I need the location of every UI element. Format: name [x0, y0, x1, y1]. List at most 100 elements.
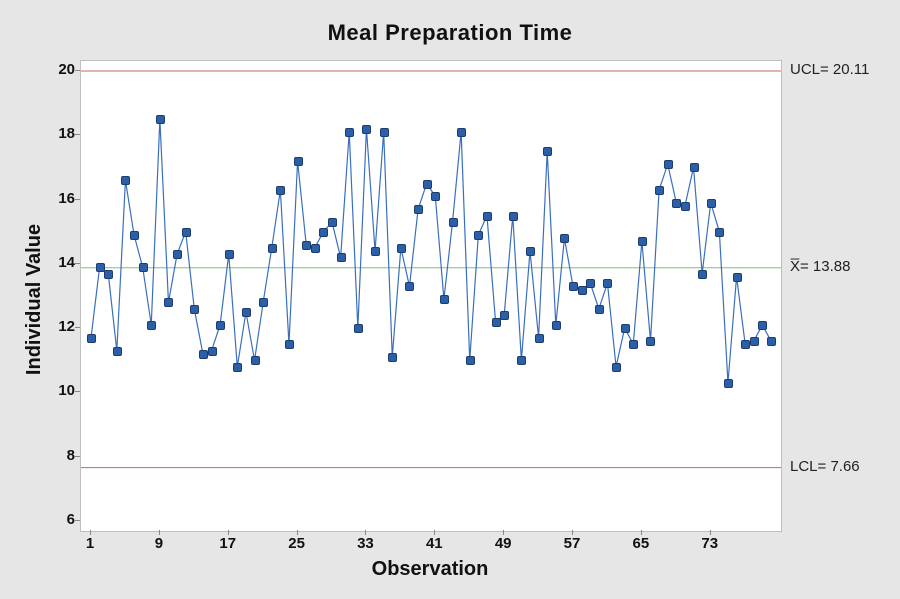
data-point [509, 212, 518, 221]
y-tick-label: 20 [35, 61, 75, 78]
data-point [500, 311, 509, 320]
x-tick-label: 25 [282, 535, 312, 552]
x-tick-mark [503, 530, 504, 535]
data-point [113, 347, 122, 356]
x-tick-mark [641, 530, 642, 535]
data-point [139, 263, 148, 272]
y-tick-mark [75, 134, 80, 135]
data-point [431, 192, 440, 201]
ref-label-LCL: LCL= 7.66 [790, 458, 860, 475]
data-point [449, 218, 458, 227]
data-point [216, 321, 225, 330]
data-point [440, 295, 449, 304]
data-point [552, 321, 561, 330]
y-tick-mark [75, 70, 80, 71]
y-tick-mark [75, 199, 80, 200]
data-point [767, 337, 776, 346]
data-point [147, 321, 156, 330]
data-point [474, 231, 483, 240]
x-tick-mark [572, 530, 573, 535]
data-point [337, 253, 346, 262]
data-point [362, 125, 371, 134]
y-tick-label: 18 [35, 125, 75, 142]
x-tick-label: 41 [419, 535, 449, 552]
series-line [91, 119, 771, 383]
ref-label-UCL: UCL= 20.11 [790, 61, 869, 78]
data-point [715, 228, 724, 237]
x-tick-label: 65 [626, 535, 656, 552]
x-tick-mark [90, 530, 91, 535]
data-point [259, 298, 268, 307]
data-point [397, 244, 406, 253]
data-point [483, 212, 492, 221]
data-point [251, 356, 260, 365]
data-point [466, 356, 475, 365]
x-tick-label: 49 [488, 535, 518, 552]
data-point [380, 128, 389, 137]
y-tick-label: 6 [35, 511, 75, 528]
data-point [276, 186, 285, 195]
data-point [690, 163, 699, 172]
data-point [646, 337, 655, 346]
y-tick-label: 14 [35, 254, 75, 271]
x-tick-label: 17 [213, 535, 243, 552]
data-point [517, 356, 526, 365]
x-tick-label: 9 [144, 535, 174, 552]
data-point [638, 237, 647, 246]
data-point [543, 147, 552, 156]
data-point [612, 363, 621, 372]
x-tick-mark [365, 530, 366, 535]
data-point [586, 279, 595, 288]
data-point [414, 205, 423, 214]
y-tick-mark [75, 391, 80, 392]
data-point [328, 218, 337, 227]
data-point [405, 282, 414, 291]
y-tick-label: 8 [35, 447, 75, 464]
data-point [294, 157, 303, 166]
y-tick-label: 16 [35, 190, 75, 207]
data-point [121, 176, 130, 185]
x-tick-mark [434, 530, 435, 535]
data-point [345, 128, 354, 137]
data-point [164, 298, 173, 307]
data-point [354, 324, 363, 333]
data-point [242, 308, 251, 317]
data-point [560, 234, 569, 243]
data-point [190, 305, 199, 314]
data-point [758, 321, 767, 330]
data-point [182, 228, 191, 237]
data-point [156, 115, 165, 124]
data-point [285, 340, 294, 349]
data-point [225, 250, 234, 259]
y-tick-mark [75, 520, 80, 521]
x-tick-mark [710, 530, 711, 535]
data-point [733, 273, 742, 282]
data-point [87, 334, 96, 343]
x-tick-label: 73 [695, 535, 725, 552]
data-point [319, 228, 328, 237]
data-point [130, 231, 139, 240]
x-tick-mark [159, 530, 160, 535]
data-point [104, 270, 113, 279]
y-tick-label: 12 [35, 318, 75, 335]
data-point [655, 186, 664, 195]
data-point [621, 324, 630, 333]
data-point [526, 247, 535, 256]
data-point [371, 247, 380, 256]
data-point [311, 244, 320, 253]
data-point [233, 363, 242, 372]
data-point [629, 340, 638, 349]
data-point [208, 347, 217, 356]
y-tick-mark [75, 456, 80, 457]
data-point [707, 199, 716, 208]
data-point [268, 244, 277, 253]
x-tick-label: 57 [557, 535, 587, 552]
data-point [388, 353, 397, 362]
x-tick-mark [228, 530, 229, 535]
data-point [457, 128, 466, 137]
chart-container: Meal Preparation Time Individual Value O… [0, 0, 900, 599]
plot-area [80, 60, 782, 532]
data-point [698, 270, 707, 279]
chart-lines-svg [81, 61, 781, 531]
x-tick-label: 33 [350, 535, 380, 552]
